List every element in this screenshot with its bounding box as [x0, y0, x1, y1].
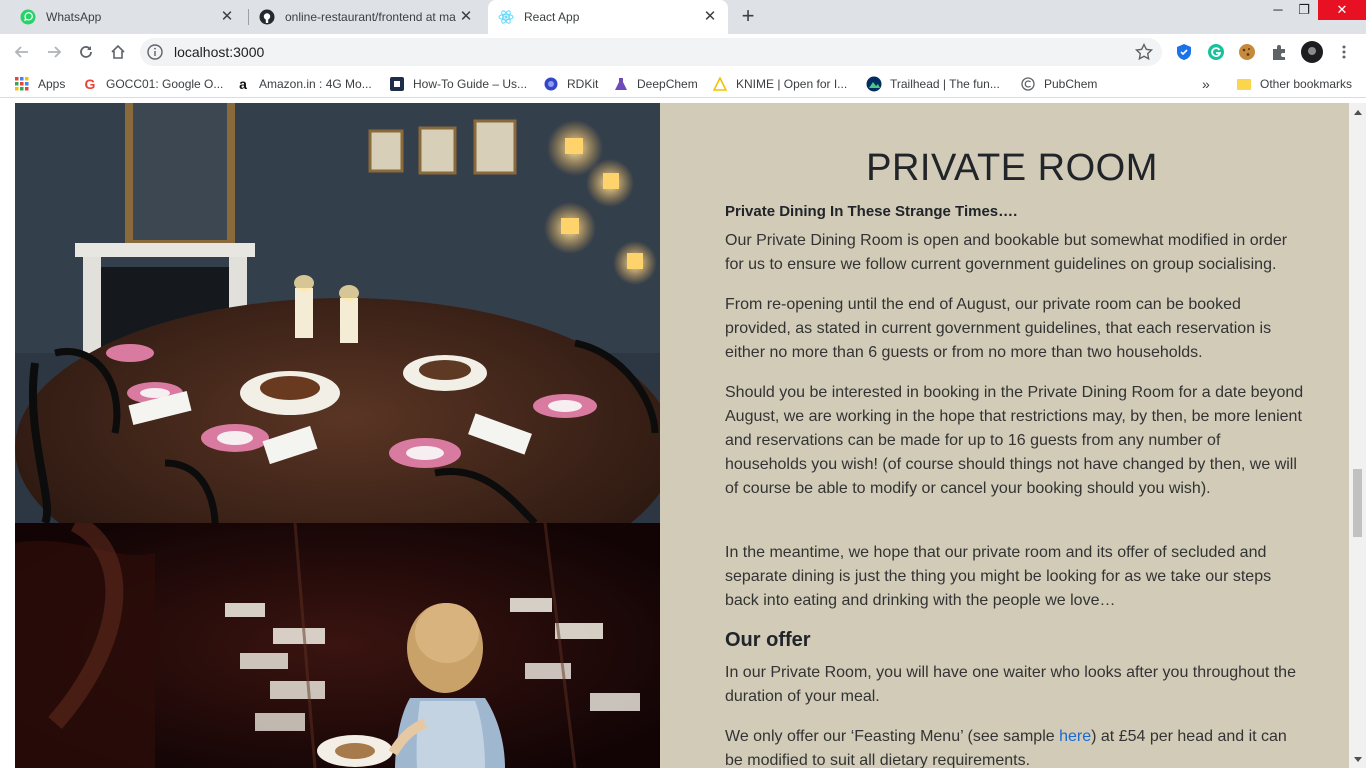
bookmark-label: PubChem	[1044, 77, 1098, 91]
sample-menu-link[interactable]: here	[1059, 728, 1091, 745]
close-tab-icon[interactable]: ✕	[458, 9, 474, 25]
guide-icon	[389, 76, 405, 92]
new-tab-button[interactable]: +	[736, 5, 760, 29]
tab-strip: WhatsApp ✕ online-restaurant/frontend at…	[0, 0, 1366, 34]
forward-arrow-icon	[48, 46, 62, 58]
scroll-down-arrow-icon[interactable]	[1349, 751, 1366, 768]
react-icon	[498, 9, 514, 25]
tab-react-app[interactable]: React App ✕	[488, 0, 728, 34]
dining-room-photo	[15, 103, 660, 523]
paragraph-beyond-august: Should you be interested in booking in t…	[725, 384, 1304, 497]
tab-title: online-restaurant/frontend at ma	[285, 10, 456, 24]
home-icon	[111, 44, 125, 59]
knime-icon	[712, 76, 728, 92]
close-window-button[interactable]: ✕	[1318, 0, 1366, 20]
bookmark-label: How-To Guide – Us...	[413, 77, 528, 91]
grammarly-icon[interactable]	[1206, 42, 1226, 62]
page-title: PRIVATE ROOM	[866, 147, 1158, 189]
info-icon[interactable]	[146, 43, 164, 61]
bookmark-amazon[interactable]: a Amazon.in : 4G Mo...	[235, 70, 372, 98]
tab-title: React App	[524, 10, 580, 24]
scroll-up-arrow-icon[interactable]	[1349, 103, 1366, 120]
paragraph-meantime: In the meantime, we hope that our privat…	[725, 544, 1272, 609]
pubchem-icon	[1020, 76, 1036, 92]
offer-heading: Our offer	[725, 629, 811, 651]
section-subheading: Private Dining In These Strange Times….	[725, 203, 1018, 220]
private-room-section: PRIVATE ROOM Private Dining In These Str…	[15, 103, 1349, 768]
google-icon: G	[84, 76, 96, 92]
scrollbar-thumb[interactable]	[1353, 469, 1362, 537]
bookmark-deepchem[interactable]: DeepChem	[613, 70, 698, 98]
bookmarks-overflow-chevron-icon[interactable]: »	[1202, 70, 1210, 98]
tab-github[interactable]: online-restaurant/frontend at ma ✕	[249, 0, 484, 34]
extensions-puzzle-icon[interactable]	[1269, 42, 1289, 62]
forward-button[interactable]	[40, 38, 68, 66]
folder-icon	[1236, 76, 1252, 92]
paragraph-waiter: In our Private Room, you will have one w…	[725, 664, 1296, 705]
bookmark-label: RDKit	[567, 77, 599, 91]
bookmark-trailhead[interactable]: Trailhead | The fun...	[866, 70, 1000, 98]
bookmark-label: Apps	[38, 77, 66, 91]
amazon-icon: a	[239, 76, 247, 92]
home-button[interactable]	[104, 38, 132, 66]
waitress-photo	[15, 523, 660, 768]
apps-grid-icon	[14, 76, 30, 92]
bookmark-star-icon[interactable]	[1134, 42, 1154, 62]
bookmark-gocc01[interactable]: G GOCC01: Google O...	[82, 70, 224, 98]
trailhead-icon	[866, 76, 882, 92]
whatsapp-icon	[20, 9, 36, 25]
url-text[interactable]: localhost:3000	[174, 38, 264, 66]
rdkit-icon	[543, 76, 559, 92]
back-arrow-icon	[14, 46, 28, 58]
cookie-extension-icon[interactable]	[1237, 42, 1257, 62]
close-tab-icon[interactable]: ✕	[702, 9, 718, 25]
other-bookmarks-label: Other bookmarks	[1260, 77, 1353, 91]
bookmark-pubchem[interactable]: PubChem	[1020, 70, 1097, 98]
deepchem-icon	[613, 76, 629, 92]
bookmark-label: DeepChem	[637, 77, 698, 91]
feasting-text-before: We only offer our ‘Feasting Menu’ (see s…	[725, 728, 1060, 745]
profile-avatar[interactable]	[1300, 40, 1324, 64]
bookmark-knime[interactable]: KNIME | Open for I...	[712, 70, 847, 98]
bookmark-how-to-guide[interactable]: How-To Guide – Us...	[389, 70, 527, 98]
tab-whatsapp[interactable]: WhatsApp ✕	[10, 0, 245, 34]
bookmark-label: Amazon.in : 4G Mo...	[259, 77, 372, 91]
bookmark-label: GOCC01: Google O...	[106, 77, 224, 91]
back-button[interactable]	[8, 38, 36, 66]
menu-kebab-icon[interactable]	[1334, 42, 1354, 62]
github-icon	[259, 9, 275, 25]
bookmark-apps[interactable]: Apps	[14, 70, 65, 98]
address-bar[interactable]: localhost:3000	[140, 38, 1162, 66]
reload-button[interactable]	[72, 38, 100, 66]
paragraph-open-bookable: Our Private Dining Room is open and book…	[725, 232, 1288, 273]
close-tab-icon[interactable]: ✕	[219, 9, 235, 25]
reload-icon	[80, 46, 92, 58]
browser-toolbar: localhost:3000	[0, 34, 1366, 70]
paragraph-reopening: From re-opening until the end of August,…	[725, 296, 1272, 361]
bookmark-label: Trailhead | The fun...	[890, 77, 1000, 91]
other-bookmarks[interactable]: Other bookmarks	[1236, 70, 1352, 98]
shield-extension-icon[interactable]	[1174, 42, 1194, 62]
tab-title: WhatsApp	[46, 10, 102, 24]
paragraph-feasting-menu: We only offer our ‘Feasting Menu’ (see s…	[725, 725, 1305, 768]
bookmark-rdkit[interactable]: RDKit	[543, 70, 598, 98]
bookmark-label: KNIME | Open for I...	[736, 77, 848, 91]
page-scrollbar[interactable]	[1349, 103, 1366, 768]
page-viewport: PRIVATE ROOM Private Dining In These Str…	[0, 103, 1366, 768]
bookmarks-bar: Apps G GOCC01: Google O... a Amazon.in :…	[0, 70, 1366, 98]
